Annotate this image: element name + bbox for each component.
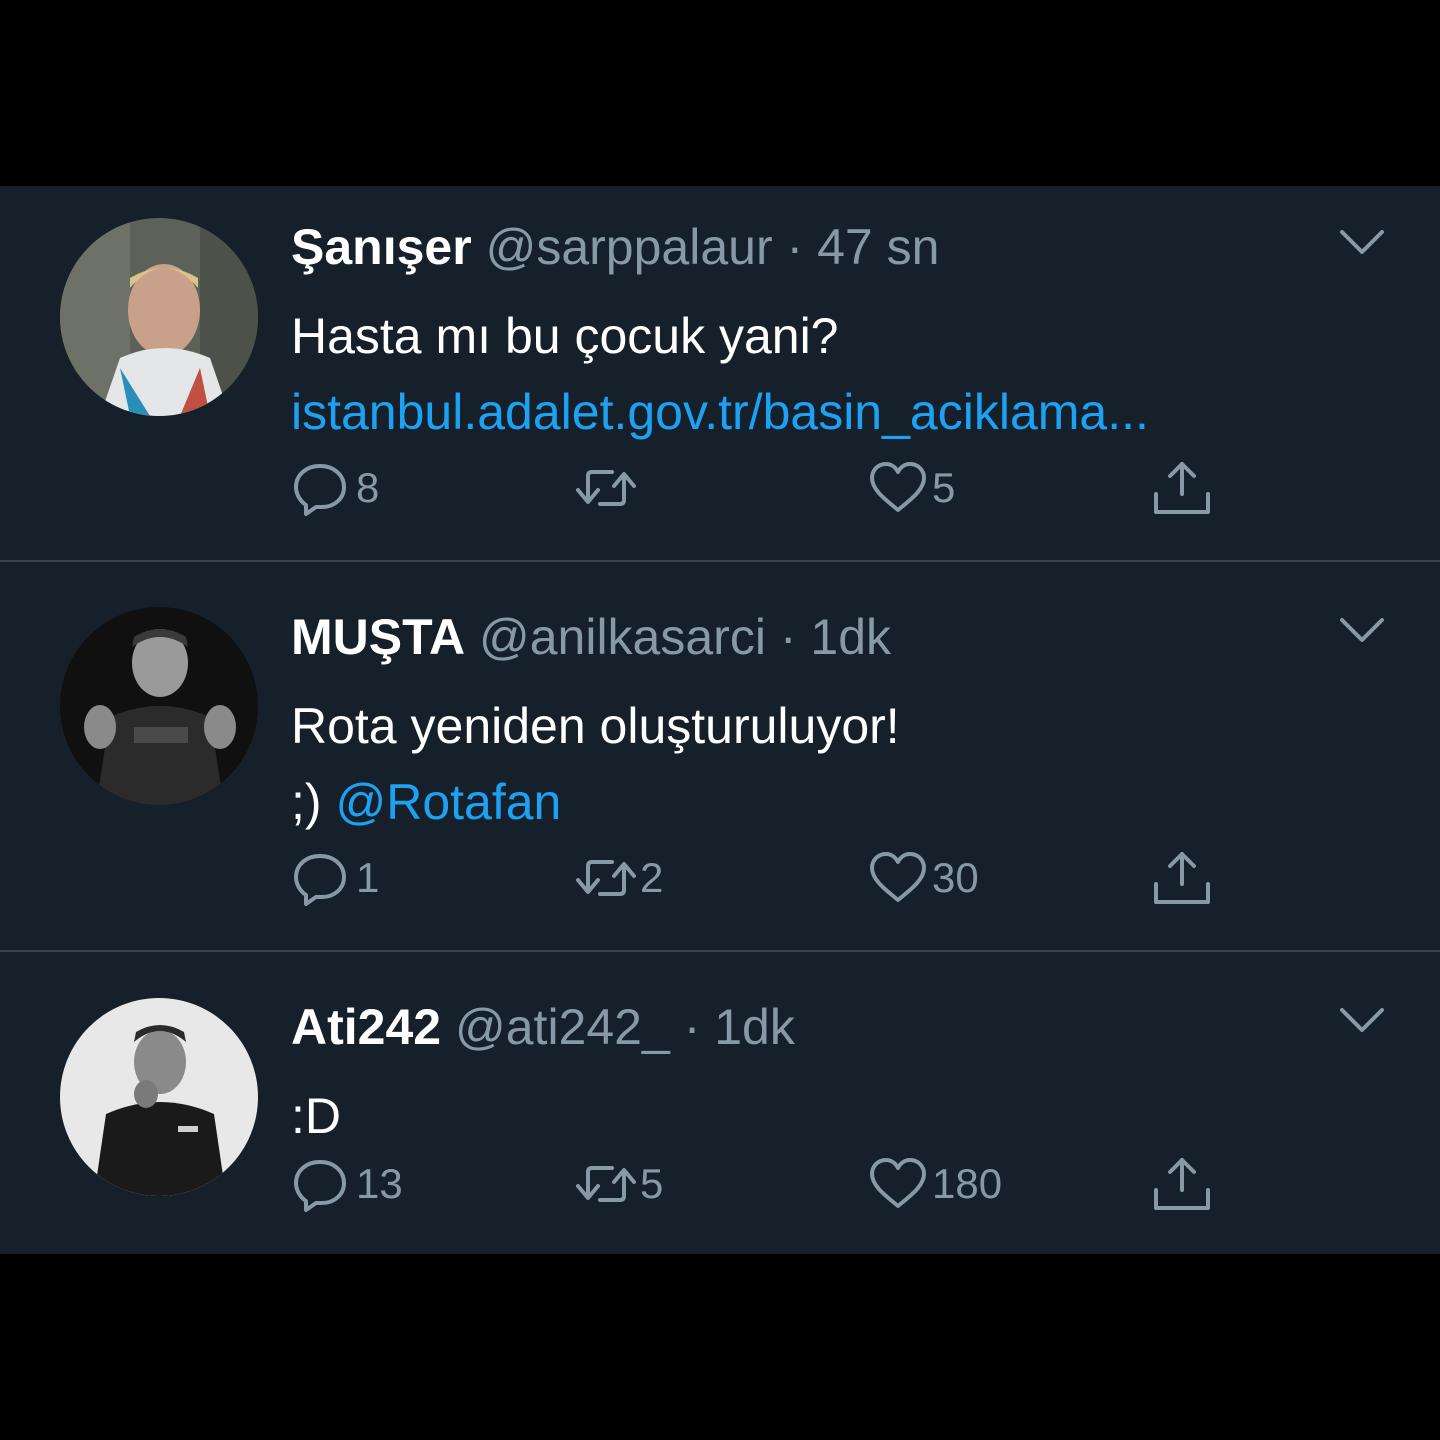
timestamp[interactable]: 47 sn (817, 219, 939, 275)
retweet-button[interactable] (574, 456, 640, 520)
tweet-link[interactable]: istanbul.adalet.gov.tr/basin_aciklama... (291, 374, 1371, 450)
reply-button[interactable]: 1 (290, 846, 379, 910)
tweet-body-line: Rota yeniden oluşturuluyor! (291, 698, 900, 754)
reply-icon (294, 854, 346, 906)
display-name[interactable]: Ati242 (291, 999, 441, 1055)
user-handle[interactable]: @anilkasarci (479, 609, 766, 665)
reply-count: 1 (356, 854, 380, 901)
like-icon (870, 852, 926, 902)
reply-button[interactable]: 8 (290, 456, 379, 520)
share-icon (1154, 462, 1210, 514)
like-count: 5 (932, 464, 956, 511)
retweet-icon (576, 470, 636, 506)
user-handle[interactable]: @ati242_ (455, 999, 670, 1055)
reply-count: 8 (356, 464, 380, 511)
reply-icon (294, 464, 346, 516)
retweet-count: 5 (640, 1160, 664, 1207)
reply-icon (294, 1160, 346, 1212)
avatar[interactable] (60, 607, 258, 805)
tweet-header: MUŞTA @anilkasarci · 1dk (291, 610, 891, 664)
display-name[interactable]: Şanışer (291, 219, 472, 275)
retweet-button[interactable]: 2 (574, 846, 663, 910)
user-handle[interactable]: @sarppalaur (486, 219, 773, 275)
avatar[interactable] (60, 218, 258, 416)
timestamp[interactable]: 1dk (810, 609, 891, 665)
retweet-count: 2 (640, 854, 664, 901)
tweet-text: Hasta mı bu çocuk yani? istanbul.adalet.… (291, 298, 1371, 450)
emoticon-text: ;) (291, 774, 322, 830)
reply-count: 13 (356, 1160, 403, 1207)
tweet-actions: 8 5 (290, 456, 1250, 520)
share-button[interactable] (1150, 456, 1214, 520)
tweet-actions: 13 5 180 (290, 1152, 1250, 1216)
like-icon (870, 462, 926, 512)
like-button[interactable]: 5 (866, 456, 955, 520)
avatar[interactable] (60, 998, 258, 1196)
chevron-down-icon[interactable] (1338, 1004, 1386, 1036)
tweet-header: Şanışer @sarppalaur · 47 sn (291, 220, 939, 274)
share-icon (1154, 1158, 1210, 1210)
like-count: 180 (932, 1160, 1003, 1207)
tweet[interactable]: Ati242 @ati242_ · 1dk :D 13 5 180 (0, 952, 1440, 1254)
retweet-button[interactable]: 5 (574, 1152, 663, 1216)
tweet-header: Ati242 @ati242_ · 1dk (291, 1000, 795, 1054)
retweet-icon (576, 860, 636, 896)
timeline: Şanışer @sarppalaur · 47 sn Hasta mı bu … (0, 186, 1440, 1254)
tweet-text: :D (291, 1078, 1371, 1154)
tweet-body-line-2: ;) @Rotafan (291, 764, 1371, 840)
separator: · (779, 609, 797, 665)
tweet[interactable]: MUŞTA @anilkasarci · 1dk Rota yeniden ol… (0, 562, 1440, 950)
share-icon (1154, 852, 1210, 904)
like-button[interactable]: 30 (866, 846, 979, 910)
like-count: 30 (932, 854, 979, 901)
share-button[interactable] (1150, 1152, 1214, 1216)
tweet[interactable]: Şanışer @sarppalaur · 47 sn Hasta mı bu … (0, 186, 1440, 560)
separator: · (786, 219, 804, 275)
like-icon (870, 1158, 926, 1208)
timestamp[interactable]: 1dk (714, 999, 795, 1055)
tweet-actions: 1 2 30 (290, 846, 1250, 910)
chevron-down-icon[interactable] (1338, 614, 1386, 646)
chevron-down-icon[interactable] (1338, 226, 1386, 258)
share-button[interactable] (1150, 846, 1214, 910)
tweet-body-line: Hasta mı bu çocuk yani? (291, 308, 839, 364)
reply-button[interactable]: 13 (290, 1152, 403, 1216)
like-button[interactable]: 180 (866, 1152, 1002, 1216)
tweet-body-line: :D (291, 1088, 341, 1144)
mention-link[interactable]: @Rotafan (335, 774, 561, 830)
display-name[interactable]: MUŞTA (291, 609, 465, 665)
retweet-icon (576, 1166, 636, 1202)
tweet-text: Rota yeniden oluşturuluyor! ;) @Rotafan (291, 688, 1371, 840)
separator: · (683, 999, 701, 1055)
